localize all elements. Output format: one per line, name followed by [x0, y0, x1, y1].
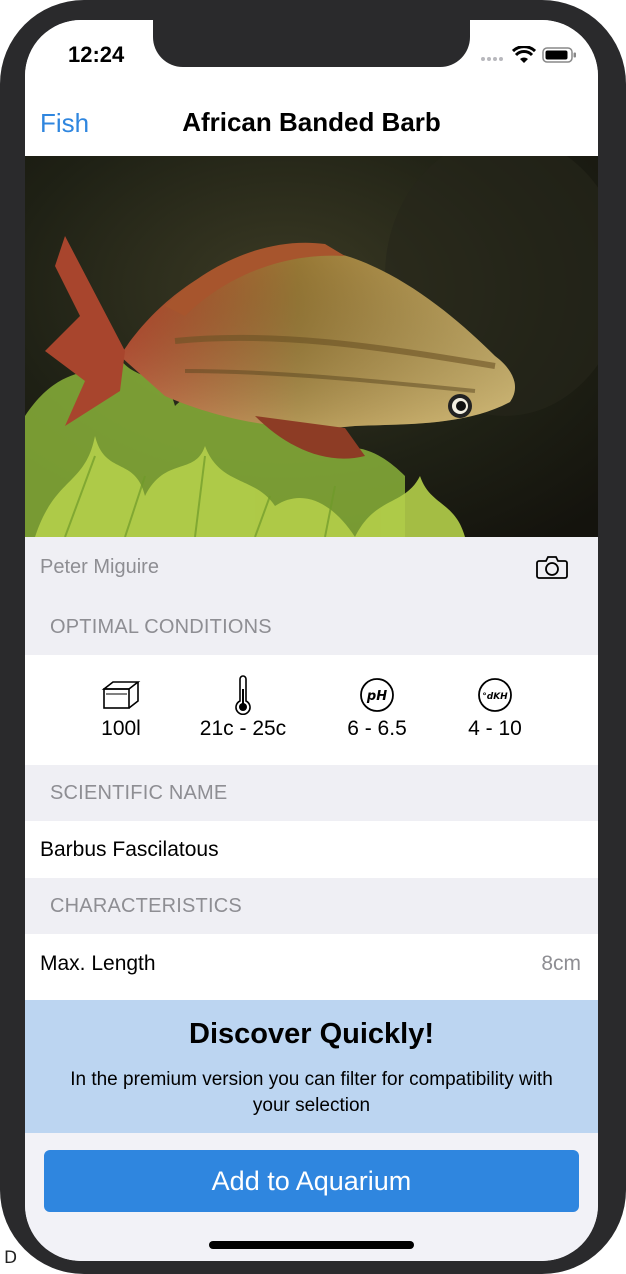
condition-ph: pH 6 - 6.5 [317, 675, 437, 741]
camera-icon[interactable] [536, 555, 568, 584]
ph-icon: pH [317, 675, 437, 715]
section-title: SCIENTIFIC NAME [50, 782, 228, 804]
wifi-icon [511, 45, 537, 69]
section-title: OPTIMAL CONDITIONS [50, 616, 272, 638]
signal-icon [480, 49, 506, 67]
app-screen: 12:24 Fish African Banded Barb Peter Mig… [25, 20, 598, 1261]
max-length-value: 8cm [541, 952, 581, 975]
tank-volume-value: 100l [101, 717, 141, 740]
battery-icon [542, 46, 578, 69]
promo-text: In the premium version you can filter fo… [70, 1069, 553, 1116]
add-to-aquarium-button[interactable]: Add to Aquarium [44, 1150, 579, 1212]
section-header-optimal-conditions: OPTIMAL CONDITIONS [25, 599, 598, 655]
section-title: CHARACTERISTICS [50, 895, 242, 917]
svg-text:pH: pH [366, 689, 387, 704]
navigation-bar: Fish African Banded Barb [25, 86, 598, 156]
section-header-scientific-name: SCIENTIFIC NAME [25, 765, 598, 821]
scientific-name-row: Barbus Fascilatous [25, 821, 598, 878]
max-length-label: Max. Length [40, 952, 156, 975]
corner-text: D [4, 1248, 18, 1268]
condition-temperature: 21c - 25c [183, 675, 303, 741]
status-icons [480, 45, 578, 69]
page-title: African Banded Barb [182, 107, 441, 137]
section-header-characteristics: CHARACTERISTICS [25, 878, 598, 934]
phone-frame: 12:24 Fish African Banded Barb Peter Mig… [0, 0, 626, 1274]
scientific-name-value: Barbus Fascilatous [40, 838, 219, 861]
status-time: 12:24 [68, 42, 125, 67]
condition-dkh: °dKH 4 - 10 [435, 675, 555, 741]
premium-promo-banner[interactable]: Discover Quickly! In the premium version… [25, 1000, 598, 1133]
dkh-value: 4 - 10 [468, 717, 522, 740]
ph-value: 6 - 6.5 [347, 717, 407, 740]
thermometer-icon [183, 675, 303, 715]
optimal-conditions-panel: 100l 21c - 25c pH 6 - 6.5 °dKH 4 - 10 [25, 655, 598, 765]
device-notch [153, 20, 470, 67]
photo-credit-row: Peter Miguire [25, 537, 598, 599]
fish-photo [25, 156, 598, 537]
condition-tank: 100l [61, 675, 181, 741]
max-length-row: Max. Length 8cm [25, 934, 598, 1000]
photo-credit: Peter Miguire [40, 556, 159, 578]
dkh-icon: °dKH [435, 675, 555, 715]
tank-icon [61, 675, 181, 715]
promo-title: Discover Quickly! [189, 1018, 434, 1050]
bottom-action-area: Add to Aquarium [25, 1133, 598, 1261]
temperature-value: 21c - 25c [199, 717, 287, 740]
home-indicator[interactable] [209, 1241, 414, 1249]
svg-text:°dKH: °dKH [482, 692, 508, 702]
